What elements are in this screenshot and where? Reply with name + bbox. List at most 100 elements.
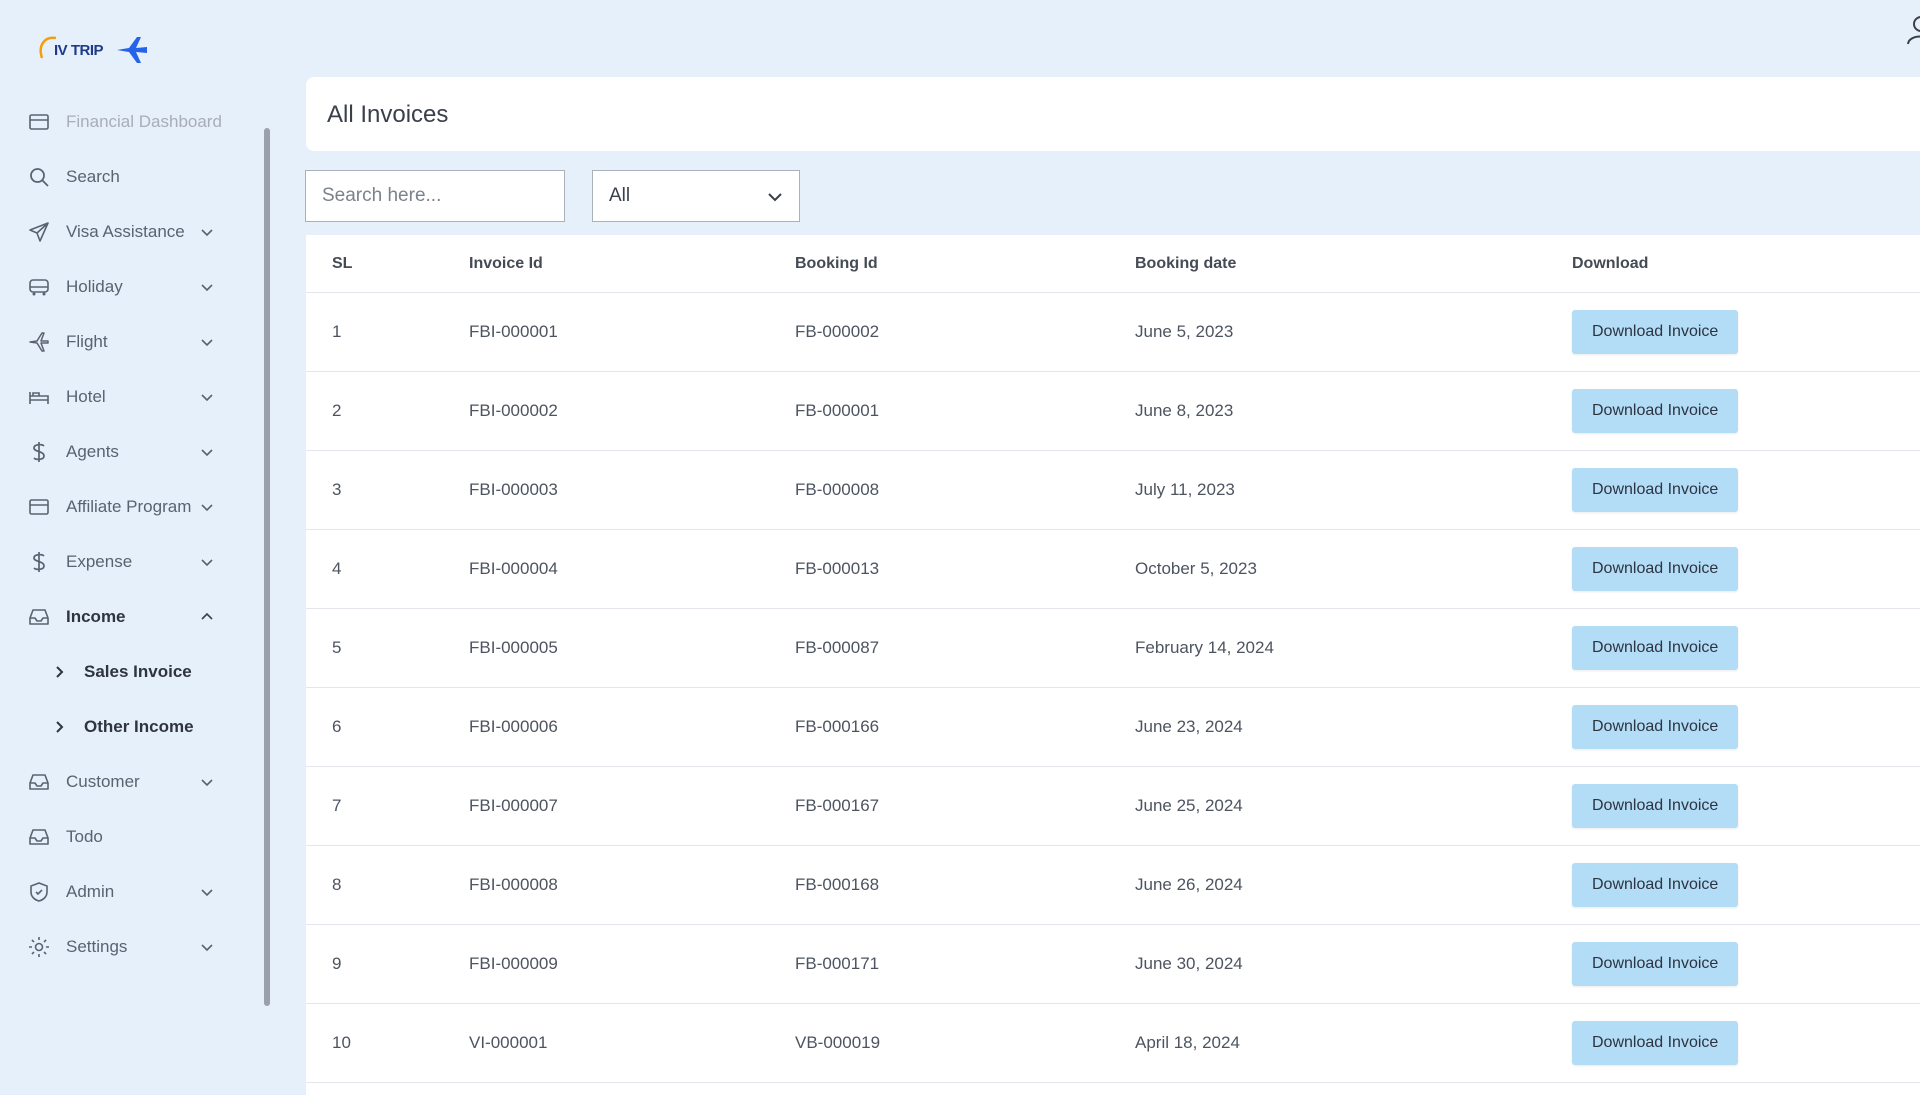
cell-download: Download Invoice bbox=[1571, 845, 1920, 925]
chevron-down-icon bbox=[768, 193, 782, 202]
column-header-booking-id: Booking Id bbox=[794, 235, 1134, 293]
sidebar-item-label: Holiday bbox=[66, 276, 123, 296]
download-invoice-button[interactable]: Download Invoice bbox=[1572, 942, 1739, 986]
cell-booking-id: FB-000002 bbox=[794, 292, 1134, 372]
cell-booking-id: FB-000001 bbox=[794, 371, 1134, 451]
sidebar-item-label: Settings bbox=[66, 936, 128, 956]
page-title: All Invoices bbox=[327, 101, 449, 128]
download-invoice-button[interactable]: Download Invoice bbox=[1572, 468, 1739, 512]
table-header-row: SL Invoice Id Booking Id Booking date Do… bbox=[306, 235, 1920, 293]
cell-sl: 8 bbox=[306, 845, 468, 925]
table-row: 5 FBI-000005 FB-000087 February 14, 2024 Dow… bbox=[306, 608, 1920, 688]
cell-download: Download Invoice bbox=[1571, 687, 1920, 767]
download-invoice-button[interactable]: Download Invoice bbox=[1572, 1021, 1739, 1065]
sidebar-item-label: Visa Assistance bbox=[66, 221, 185, 241]
sidebar-item-hotel[interactable]: Hotel bbox=[0, 369, 240, 424]
table-row: 7 FBI-000007 FB-000167 June 25, 2024 Downloa… bbox=[306, 766, 1920, 846]
cell-invoice-id: FBI-000007 bbox=[468, 766, 794, 846]
cell-download: Download Invoice bbox=[1571, 924, 1920, 1004]
cell-sl: 2 bbox=[306, 371, 468, 451]
page-header: All Invoices bbox=[306, 77, 1920, 151]
chevron-down-icon bbox=[201, 503, 213, 511]
sidebar-item-label: Hotel bbox=[66, 386, 106, 406]
sidebar-item-affiliate-program[interactable]: Affiliate Program bbox=[0, 479, 240, 534]
cell-sl: 10 bbox=[306, 1003, 468, 1083]
chevron-down-icon bbox=[201, 393, 213, 401]
column-header-download: Download bbox=[1571, 235, 1920, 293]
sidebar-item-expense[interactable]: Expense bbox=[0, 534, 240, 589]
logo-text: IV TRIP bbox=[36, 36, 104, 59]
download-invoice-button[interactable]: Download Invoice bbox=[1572, 863, 1739, 907]
sidebar-item-income[interactable]: Income bbox=[0, 589, 240, 644]
brand-logo[interactable]: IV TRIP bbox=[36, 30, 149, 70]
download-invoice-button[interactable]: Download Invoice bbox=[1572, 626, 1739, 670]
sidebar-item-label: Flight bbox=[66, 331, 108, 351]
cell-booking-date: October 5, 2023 bbox=[1134, 529, 1571, 609]
user-avatar-icon[interactable] bbox=[1905, 14, 1920, 46]
sidebar-item-customer[interactable]: Customer bbox=[0, 754, 240, 809]
card-icon bbox=[26, 494, 52, 520]
cell-invoice-id: FBI-000009 bbox=[468, 924, 794, 1004]
table-row: 9 FBI-000009 FB-000171 June 30, 2024 Downloa… bbox=[306, 924, 1920, 1004]
sidebar-item-todo[interactable]: Todo bbox=[0, 809, 240, 864]
cell-invoice-id: FBI-000005 bbox=[468, 608, 794, 688]
sidebar-item-search[interactable]: Search bbox=[0, 149, 240, 204]
sidebar-item-agents[interactable]: Agents bbox=[0, 424, 240, 479]
airplane-logo-icon bbox=[117, 37, 148, 63]
cell-download: Download Invoice bbox=[1571, 766, 1920, 846]
bed-icon bbox=[26, 384, 52, 410]
cell-booking-date: June 25, 2024 bbox=[1134, 766, 1571, 846]
sidebar-nav: Financial Dashboard Search Visa Assistance… bbox=[0, 94, 240, 974]
cell-booking-date: June 23, 2024 bbox=[1134, 687, 1571, 767]
search-icon bbox=[26, 164, 52, 190]
card-icon bbox=[26, 109, 52, 135]
cell-booking-id: FB-000171 bbox=[794, 924, 1134, 1004]
sidebar-scrollbar[interactable] bbox=[264, 128, 270, 1006]
search-input[interactable] bbox=[305, 170, 565, 222]
invoice-table-container: SL Invoice Id Booking Id Booking date Do… bbox=[306, 235, 1920, 1095]
cell-booking-id: FB-000008 bbox=[794, 450, 1134, 530]
sidebar-subitem-sales-invoice[interactable]: Sales Invoice bbox=[0, 644, 240, 699]
filter-select-value: All bbox=[609, 185, 631, 206]
sidebar-item-label: Todo bbox=[66, 826, 103, 846]
sidebar-item-visa-assistance[interactable]: Visa Assistance bbox=[0, 204, 240, 259]
chevron-right-icon bbox=[56, 720, 64, 733]
cell-sl: 4 bbox=[306, 529, 468, 609]
table-row: 6 FBI-000006 FB-000166 June 23, 2024 Downloa… bbox=[306, 687, 1920, 767]
sidebar-item-financial-dashboard[interactable]: Financial Dashboard bbox=[0, 94, 240, 149]
cell-download: Download Invoice bbox=[1571, 371, 1920, 451]
sidebar-subitem-label: Sales Invoice bbox=[84, 661, 192, 681]
cell-booking-id: FB-000087 bbox=[794, 608, 1134, 688]
send-icon bbox=[26, 219, 52, 245]
download-invoice-button[interactable]: Download Invoice bbox=[1572, 784, 1739, 828]
download-invoice-button[interactable]: Download Invoice bbox=[1572, 389, 1739, 433]
filter-select[interactable]: All bbox=[592, 170, 800, 222]
sidebar-subitem-other-income[interactable]: Other Income bbox=[0, 699, 240, 754]
download-invoice-button[interactable]: Download Invoice bbox=[1572, 547, 1739, 591]
sidebar-item-holiday[interactable]: Holiday bbox=[0, 259, 240, 314]
column-header-booking-date: Booking date bbox=[1134, 235, 1571, 293]
cell-booking-id: FB-000013 bbox=[794, 529, 1134, 609]
sidebar-item-label: Search bbox=[66, 166, 120, 186]
sidebar-item-flight[interactable]: Flight bbox=[0, 314, 240, 369]
sidebar-item-label: Financial Dashboard bbox=[66, 111, 222, 131]
sidebar-item-admin[interactable]: Admin bbox=[0, 864, 240, 919]
cell-invoice-id: FBI-000003 bbox=[468, 450, 794, 530]
sidebar-item-label: Admin bbox=[66, 881, 115, 901]
table-row: 10 VI-000001 VB-000019 April 18, 2024 Downlo… bbox=[306, 1003, 1920, 1083]
table-row: 8 FBI-000008 FB-000168 June 26, 2024 Downloa… bbox=[306, 845, 1920, 925]
sidebar-item-label: Income bbox=[66, 606, 126, 626]
cell-booking-date: June 8, 2023 bbox=[1134, 371, 1571, 451]
cell-booking-date: February 14, 2024 bbox=[1134, 608, 1571, 688]
chevron-right-icon bbox=[56, 665, 64, 678]
cell-booking-id: FB-000166 bbox=[794, 687, 1134, 767]
sidebar-item-settings[interactable]: Settings bbox=[0, 919, 240, 974]
plane-icon bbox=[26, 329, 52, 355]
cell-sl: 5 bbox=[306, 608, 468, 688]
cell-booking-date: July 11, 2023 bbox=[1134, 450, 1571, 530]
download-invoice-button[interactable]: Download Invoice bbox=[1572, 310, 1739, 354]
inbox-icon bbox=[26, 824, 52, 850]
cell-invoice-id: FBI-000004 bbox=[468, 529, 794, 609]
chevron-down-icon bbox=[201, 448, 213, 456]
download-invoice-button[interactable]: Download Invoice bbox=[1572, 705, 1739, 749]
